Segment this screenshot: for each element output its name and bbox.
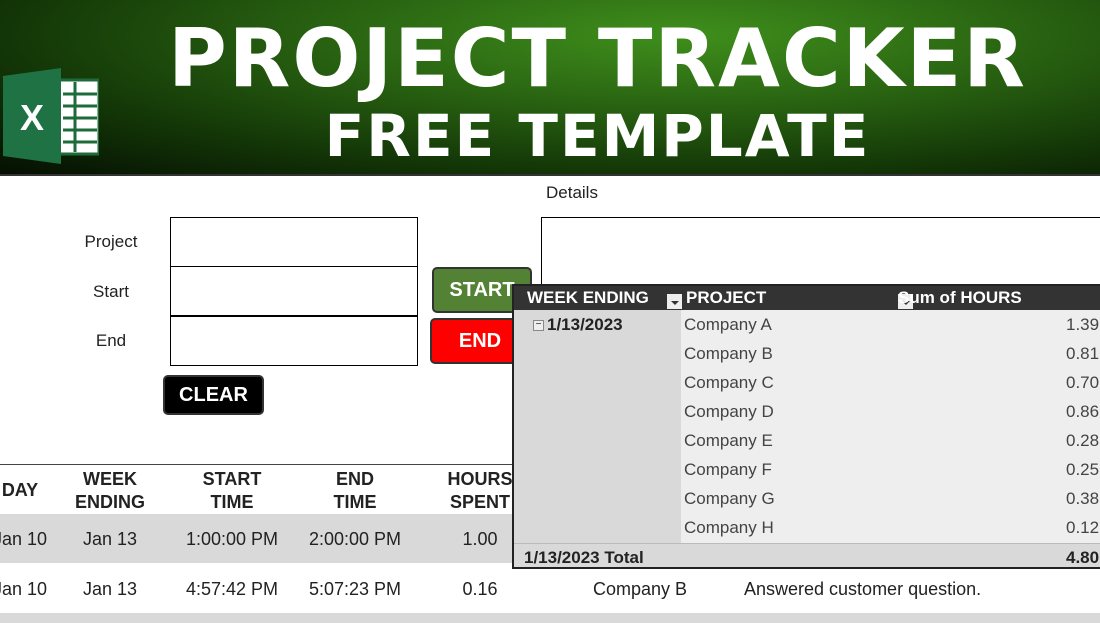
pivot-hours: 0.28 bbox=[1066, 431, 1100, 450]
clear-button[interactable]: CLEAR bbox=[163, 375, 264, 415]
pivot-hours: 0.70 bbox=[1066, 373, 1100, 392]
collapse-icon[interactable]: − bbox=[533, 320, 544, 331]
cell-details: Answered customer question. bbox=[744, 579, 982, 599]
filter-dropdown-icon[interactable] bbox=[667, 294, 682, 310]
details-label: Details bbox=[546, 183, 598, 202]
cell-end: 2:00:00 PM bbox=[308, 529, 402, 549]
svg-text:X: X bbox=[20, 97, 44, 138]
cell-hours: 0.16 bbox=[462, 579, 498, 599]
project-label: Project bbox=[84, 232, 138, 251]
pivot-project: Company G bbox=[684, 489, 775, 508]
pivot-project: Company C bbox=[684, 373, 774, 392]
pivot-week: 1/13/2023 bbox=[547, 315, 623, 334]
banner: X PROJECT TRACKER FREE TEMPLATE bbox=[0, 0, 1100, 176]
pivot-hours: 0.12 bbox=[1066, 518, 1100, 537]
pivot-table[interactable]: WEEK ENDING PROJECT Sum of HOURS − 1/13/… bbox=[512, 284, 1100, 569]
pivot-total-label: 1/13/2023 Total bbox=[524, 548, 644, 567]
pivot-project: Company E bbox=[684, 431, 773, 450]
cell-start: 4:57:42 PM bbox=[185, 579, 279, 599]
header-day: DAY bbox=[1, 480, 39, 500]
end-label: End bbox=[95, 331, 127, 350]
cell-end: 5:07:23 PM bbox=[308, 579, 402, 599]
cell-week: Jan 13 bbox=[82, 529, 138, 549]
pivot-hours: 0.86 bbox=[1066, 402, 1100, 421]
pivot-hours: 0.81 bbox=[1066, 344, 1100, 363]
table-row-bg bbox=[0, 613, 1100, 623]
excel-logo-icon: X bbox=[3, 68, 99, 164]
start-label: Start bbox=[93, 282, 129, 301]
pivot-project: Company D bbox=[684, 402, 774, 421]
pivot-hours: 1.39 bbox=[1066, 315, 1100, 334]
header-end-time: END TIME bbox=[333, 469, 377, 512]
start-input[interactable] bbox=[170, 266, 418, 316]
pivot-row-label-area bbox=[514, 310, 681, 543]
header-start-time: START TIME bbox=[202, 469, 262, 512]
pivot-hours: 0.25 bbox=[1066, 460, 1100, 479]
pivot-total-row: 1/13/2023 Total 4.80 bbox=[514, 543, 1100, 567]
pivot-project: Company F bbox=[684, 460, 772, 479]
pivot-project: Company H bbox=[684, 518, 774, 537]
banner-subtitle: FREE TEMPLATE bbox=[324, 102, 871, 170]
pivot-project: Company B bbox=[684, 344, 773, 363]
cell-week: Jan 13 bbox=[82, 579, 138, 599]
banner-title: PROJECT TRACKER bbox=[168, 12, 1027, 105]
pivot-header: WEEK ENDING PROJECT Sum of HOURS bbox=[514, 286, 1100, 310]
pivot-col-project: PROJECT bbox=[686, 288, 767, 307]
project-input[interactable] bbox=[170, 217, 418, 267]
end-input[interactable] bbox=[170, 316, 418, 366]
pivot-col-sum-hours: Sum of HOURS bbox=[898, 288, 1022, 307]
cell-start: 1:00:00 PM bbox=[185, 529, 279, 549]
pivot-col-week-ending: WEEK ENDING bbox=[527, 288, 649, 307]
pivot-total-value: 4.80 bbox=[1066, 548, 1100, 567]
header-week-ending: WEEK ENDING bbox=[74, 469, 145, 512]
pivot-hours: 0.38 bbox=[1066, 489, 1100, 508]
pivot-project: Company A bbox=[684, 315, 772, 334]
cell-project: Company B bbox=[592, 579, 688, 599]
